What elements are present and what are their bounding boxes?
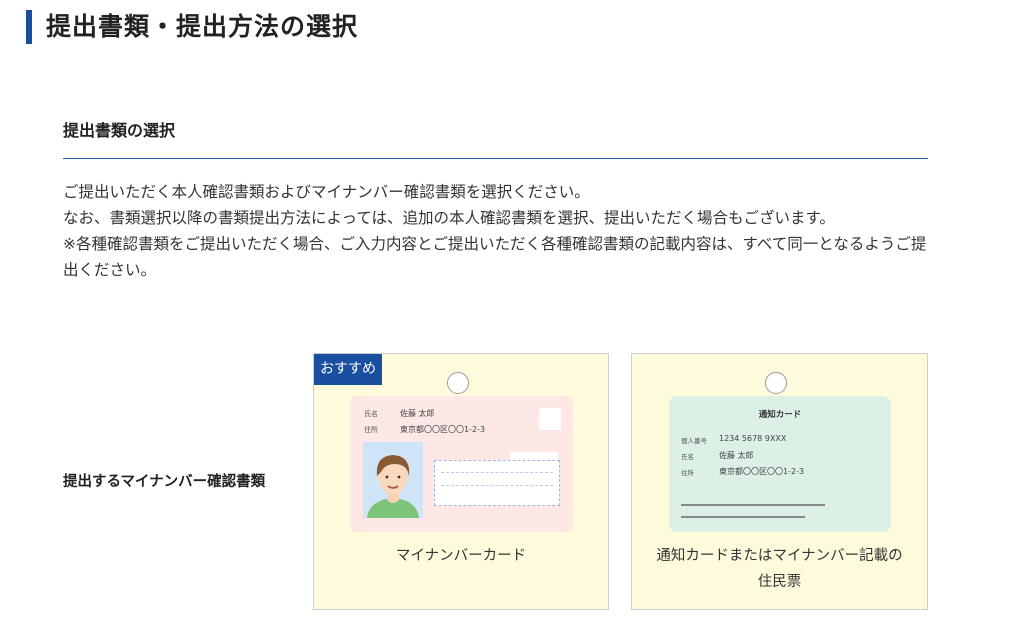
option-notice-card[interactable]: 通知カード 個人番号 1234 5678 9XXX 氏名 佐藤 太郎 住所 東京… — [631, 353, 928, 610]
intro-text: ご提出いただく本人確認書類およびマイナンバー確認書類を選択ください。 なお、書類… — [63, 179, 931, 283]
recommended-badge: おすすめ — [314, 354, 382, 385]
page-title-accent-bar — [26, 10, 32, 44]
nt-number-label: 個人番号 — [681, 437, 707, 445]
mn-bar — [510, 452, 558, 460]
mynumber-card-caption: マイナンバーカード — [395, 548, 527, 564]
notice-card-caption-line-2: 住民票 — [757, 574, 802, 590]
intro-line-3: ※各種確認書類をご提出いただく場合、ご入力内容とご提出いただく各種確認書類の記載… — [63, 235, 927, 279]
mn-corner-box — [539, 408, 561, 430]
nt-line-2 — [681, 516, 805, 518]
mynumber-card-radio[interactable] — [447, 372, 469, 394]
option-mynumber-card[interactable]: おすすめ 氏名 佐藤 太郎 住所 東京都〇〇区〇〇1-2-3 マイナンバーカード — [313, 353, 609, 610]
nt-name-value: 佐藤 太郎 — [719, 451, 754, 460]
mynumber-doc-row-label: 提出するマイナンバー確認書類 — [63, 474, 266, 490]
mynumber-card-illustration: 氏名 佐藤 太郎 住所 東京都〇〇区〇〇1-2-3 — [350, 396, 573, 532]
nt-number-value: 1234 5678 9XXX — [719, 434, 787, 443]
nt-address-value: 東京都〇〇区〇〇1-2-3 — [719, 467, 805, 476]
notice-card-illustration: 通知カード 個人番号 1234 5678 9XXX 氏名 佐藤 太郎 住所 東京… — [669, 396, 891, 532]
nt-name-label: 氏名 — [681, 453, 694, 461]
mn-name-label: 氏名 — [364, 410, 378, 418]
section-divider — [63, 158, 928, 159]
mn-address-label: 住所 — [364, 426, 378, 434]
nt-line-1 — [681, 504, 825, 506]
section-title: 提出書類の選択 — [63, 121, 176, 140]
page-title: 提出書類・提出方法の選択 — [46, 12, 359, 41]
notice-card-caption-line-1: 通知カードまたはマイナンバー記載の — [656, 548, 903, 564]
notice-card-caption: 通知カードまたはマイナンバー記載の 住民票 — [632, 543, 927, 595]
portrait-icon — [363, 442, 423, 518]
nt-address-label: 住所 — [681, 469, 694, 477]
nt-title: 通知カード — [758, 410, 802, 420]
notice-card-radio[interactable] — [765, 372, 787, 394]
mn-info-box — [434, 460, 560, 506]
mn-name-value: 佐藤 太郎 — [400, 409, 435, 418]
intro-line-1: ご提出いただく本人確認書類およびマイナンバー確認書類を選択ください。 — [63, 183, 590, 201]
mn-address-value: 東京都〇〇区〇〇1-2-3 — [400, 425, 486, 434]
intro-line-2: なお、書類選択以降の書類提出方法によっては、追加の本人確認書類を選択、提出いただ… — [63, 209, 835, 227]
